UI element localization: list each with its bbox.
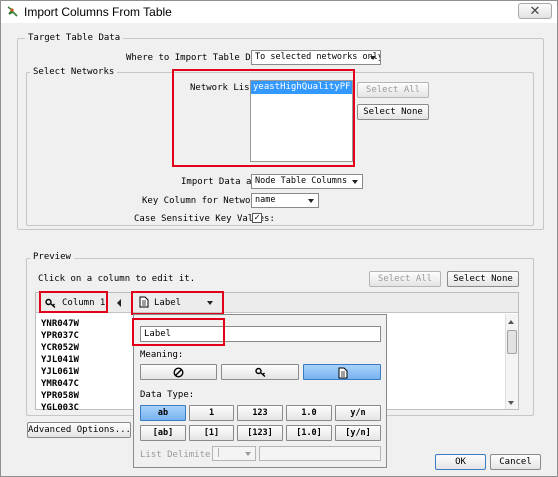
ok-button[interactable]: OK bbox=[435, 454, 486, 470]
list-delimiter-combo[interactable]: | bbox=[212, 446, 256, 461]
cancel-button[interactable]: Cancel bbox=[490, 454, 541, 470]
preview-group-label: Preview bbox=[30, 252, 74, 262]
highlight-label-column bbox=[131, 291, 224, 315]
key-icon bbox=[255, 367, 266, 378]
collapse-arrow-icon[interactable] bbox=[117, 299, 121, 307]
table-row: YPR058W bbox=[41, 391, 79, 401]
meaning-label: Meaning: bbox=[140, 350, 184, 360]
key-column-combo[interactable]: name bbox=[251, 193, 319, 208]
no-entry-icon bbox=[173, 367, 184, 378]
import-as-value: Node Table Columns bbox=[255, 176, 348, 186]
table-row: YMR047C bbox=[41, 379, 79, 389]
type-boolean-button[interactable]: y/n bbox=[335, 405, 381, 421]
table-row: YPR037C bbox=[41, 331, 79, 341]
scroll-up-icon[interactable] bbox=[508, 320, 514, 324]
table-row: YNR047W bbox=[41, 319, 79, 329]
type-string-button[interactable]: ab bbox=[140, 405, 186, 421]
chevron-down-icon bbox=[352, 180, 358, 184]
meaning-key-button[interactable] bbox=[221, 364, 299, 380]
where-combo[interactable]: To selected networks only bbox=[251, 50, 381, 65]
custom-delimiter-field[interactable] bbox=[259, 446, 381, 461]
preview-scrollbar[interactable] bbox=[505, 314, 518, 409]
select-all-networks-button[interactable]: Select All bbox=[357, 82, 429, 98]
key-column-value: name bbox=[255, 195, 276, 205]
type-double-list-button[interactable]: [1.0] bbox=[286, 425, 332, 441]
type-string-list-button[interactable]: [ab] bbox=[140, 425, 186, 441]
chevron-down-icon bbox=[308, 199, 314, 203]
table-row: YCR052W bbox=[41, 343, 79, 353]
type-integer-button[interactable]: 1 bbox=[189, 405, 234, 421]
column-1-values: YNR047W YPR037C YCR052W YJL041W YJL061W … bbox=[41, 318, 126, 414]
type-double-button[interactable]: 1.0 bbox=[286, 405, 332, 421]
highlight-column-1 bbox=[39, 291, 108, 313]
chevron-down-icon bbox=[370, 56, 376, 60]
chevron-down-icon bbox=[245, 452, 251, 456]
scrollbar-thumb[interactable] bbox=[507, 330, 517, 354]
select-none-networks-button[interactable]: Select None bbox=[357, 104, 429, 120]
advanced-options-button[interactable]: Advanced Options... bbox=[27, 422, 131, 438]
type-long-button[interactable]: 123 bbox=[237, 405, 283, 421]
app-icon bbox=[7, 6, 18, 17]
table-row: YJL041W bbox=[41, 355, 79, 365]
close-button[interactable]: ✕ bbox=[518, 3, 552, 19]
select-all-columns-button[interactable]: Select All bbox=[369, 271, 441, 287]
type-boolean-list-button[interactable]: [y/n] bbox=[335, 425, 381, 441]
type-integer-list-button[interactable]: [1] bbox=[189, 425, 234, 441]
highlight-network-list bbox=[172, 69, 355, 167]
window-title: Import Columns From Table bbox=[24, 5, 172, 19]
where-value: To selected networks only bbox=[255, 52, 381, 62]
table-row: YJL061W bbox=[41, 367, 79, 377]
list-delimiter-value: | bbox=[216, 448, 222, 458]
case-sensitive-checkbox[interactable]: ✓ bbox=[252, 213, 262, 223]
meaning-none-button[interactable] bbox=[140, 364, 217, 380]
highlight-name-field bbox=[132, 318, 225, 346]
select-none-columns-button[interactable]: Select None bbox=[447, 271, 519, 287]
preview-hint: Click on a column to edit it. bbox=[38, 274, 196, 284]
meaning-attribute-button[interactable] bbox=[303, 364, 381, 380]
list-delimiter-label: List Delimiter: bbox=[140, 450, 222, 460]
type-long-list-button[interactable]: [123] bbox=[237, 425, 283, 441]
target-group-label: Target Table Data bbox=[25, 33, 124, 43]
scroll-down-icon[interactable] bbox=[508, 401, 514, 405]
select-networks-label: Select Networks bbox=[30, 67, 118, 77]
document-icon bbox=[338, 367, 348, 379]
data-type-label: Data Type: bbox=[140, 390, 195, 400]
table-row: YGL003C bbox=[41, 403, 79, 413]
import-as-combo[interactable]: Node Table Columns bbox=[251, 174, 363, 189]
